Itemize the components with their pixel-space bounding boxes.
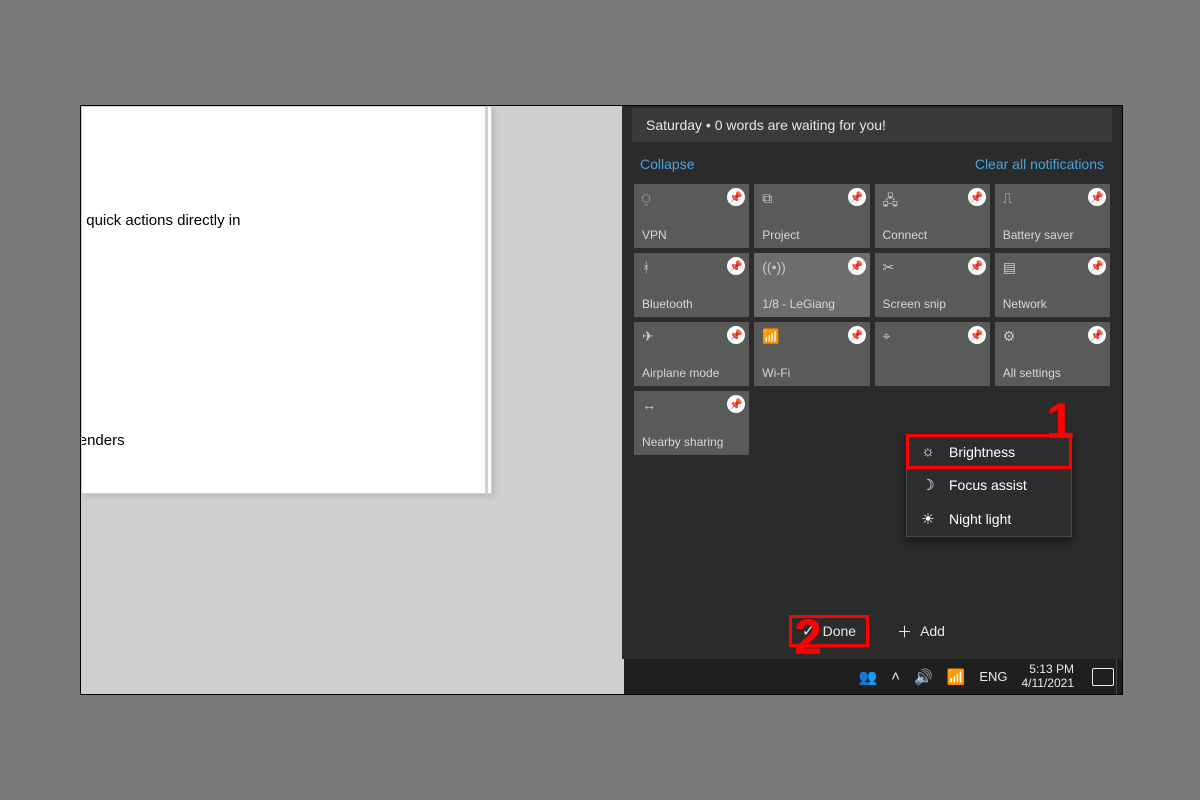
quick-action-location[interactable]: 📌 ⌖ [875, 322, 990, 386]
pin-icon[interactable]: 📌 [968, 257, 986, 275]
tile-label: Wi-Fi [762, 366, 861, 380]
add-button[interactable]: ＋ Add [887, 615, 955, 647]
volume-icon[interactable]: 🔊 [914, 668, 933, 686]
context-item-focus-assist[interactable]: ☽ Focus assist [907, 468, 1071, 502]
screen-snip-icon: ✂ [883, 259, 982, 276]
pin-icon[interactable]: 📌 [727, 188, 745, 206]
show-desktop-edge[interactable] [1116, 659, 1122, 694]
people-icon[interactable]: 👥 [859, 668, 878, 686]
pin-icon[interactable]: 📌 [968, 326, 986, 344]
quick-action-project[interactable]: 📌 ⧉ Project [754, 184, 869, 248]
tile-label: Network [1003, 297, 1102, 311]
quick-action-battery-saver[interactable]: 📌 ⎍ Battery saver [995, 184, 1110, 248]
action-center-panel: Saturday • 0 words are waiting for you! … [622, 106, 1122, 659]
pin-icon[interactable]: 📌 [1088, 326, 1106, 344]
tile-label: Bluetooth [642, 297, 741, 311]
annotation-callout-1: 1 [1046, 392, 1074, 450]
annotation-callout-2: 2 [794, 608, 822, 666]
settings-window: ve, or rearrange your quick actions dire… [81, 106, 492, 494]
context-item-label: Focus assist [949, 477, 1027, 493]
pin-icon[interactable]: 📌 [1088, 257, 1106, 275]
clock-date: 4/11/2021 [1022, 677, 1075, 691]
pin-icon[interactable]: 📌 [727, 257, 745, 275]
pin-icon[interactable]: 📌 [848, 326, 866, 344]
context-item-label: Night light [949, 511, 1011, 527]
pin-icon[interactable]: 📌 [1088, 188, 1106, 206]
tile-label: Connect [883, 228, 982, 242]
pin-icon[interactable]: 📌 [848, 188, 866, 206]
night-light-icon: ☀ [919, 510, 937, 528]
pin-icon[interactable]: 📌 [727, 326, 745, 344]
quick-action-all-settings[interactable]: 📌 ⚙ All settings [995, 322, 1110, 386]
tile-label: VPN [642, 228, 741, 242]
tile-label: Battery saver [1003, 228, 1102, 242]
tray-overflow-icon[interactable]: ˄ [891, 668, 900, 685]
quick-action-nearby-sharing[interactable]: 📌 ↔ Nearby sharing [634, 391, 749, 455]
location-icon: ⌖ [883, 328, 982, 345]
tile-label: 1/8 - LeGiang [762, 297, 861, 311]
focus-assist-icon: ☽ [919, 476, 937, 494]
done-label: Done [823, 623, 856, 639]
clock[interactable]: 5:13 PM 4/11/2021 [1022, 663, 1075, 691]
tile-label: Screen snip [883, 297, 982, 311]
settings-description-line1: ve, or rearrange your quick actions dire… [81, 212, 471, 229]
all-settings-icon: ⚙ [1003, 328, 1102, 345]
wifi-tray-icon[interactable]: 📶 [947, 668, 966, 686]
tile-label: Project [762, 228, 861, 242]
action-center-links-row: Collapse Clear all notifications [622, 152, 1122, 184]
wifi-icon: 📶 [762, 328, 861, 345]
quick-action-vpn[interactable]: 📌 ⍜ VPN [634, 184, 749, 248]
quick-action-bluetooth[interactable]: 📌 ᚼ Bluetooth [634, 253, 749, 317]
battery-saver-icon: ⎍ [1003, 190, 1102, 207]
notification-banner[interactable]: Saturday • 0 words are waiting for you! [632, 108, 1112, 142]
quick-action-screen-snip[interactable]: 📌 ✂ Screen snip [875, 253, 990, 317]
clock-time: 5:13 PM [1022, 663, 1075, 677]
tile-label: Nearby sharing [642, 435, 741, 449]
plus-icon: ＋ [897, 621, 912, 642]
taskbar: 👥 ˄ 🔊 📶 ENG 5:13 PM 4/11/2021 [624, 659, 1122, 694]
wifi-network-icon: ((•)) [762, 259, 861, 275]
screenshot-stage: ve, or rearrange your quick actions dire… [80, 105, 1123, 695]
quick-action-airplane-mode[interactable]: 📌 ✈ Airplane mode [634, 322, 749, 386]
action-center-taskbar-icon[interactable] [1092, 668, 1114, 686]
pin-icon[interactable]: 📌 [727, 395, 745, 413]
context-item-label: Brightness [949, 444, 1015, 460]
network-icon: ▤ [1003, 259, 1102, 276]
connect-icon: 🖧 [883, 190, 982, 214]
pin-icon[interactable]: 📌 [848, 257, 866, 275]
quick-actions-edit-bar: ✓ Done ＋ Add [622, 615, 1122, 647]
brightness-icon: ☼ [919, 443, 937, 460]
language-indicator[interactable]: ENG [979, 669, 1007, 684]
clear-all-link[interactable]: Clear all notifications [975, 156, 1104, 172]
quick-action-network[interactable]: 📌 ▤ Network [995, 253, 1110, 317]
add-label: Add [920, 623, 945, 639]
project-icon: ⧉ [762, 190, 861, 207]
quick-action-wifi-network[interactable]: 📌 ((•)) 1/8 - LeGiang [754, 253, 869, 317]
pin-icon[interactable]: 📌 [968, 188, 986, 206]
quick-action-empty [754, 391, 869, 455]
tile-label: All settings [1003, 366, 1102, 380]
quick-action-wifi[interactable]: 📌 📶 Wi-Fi [754, 322, 869, 386]
context-item-night-light[interactable]: ☀ Night light [907, 502, 1071, 536]
tile-label: Airplane mode [642, 366, 741, 380]
settings-description-line2: om apps and other senders [81, 432, 471, 449]
quick-action-connect[interactable]: 📌 🖧 Connect [875, 184, 990, 248]
collapse-link[interactable]: Collapse [640, 156, 694, 172]
